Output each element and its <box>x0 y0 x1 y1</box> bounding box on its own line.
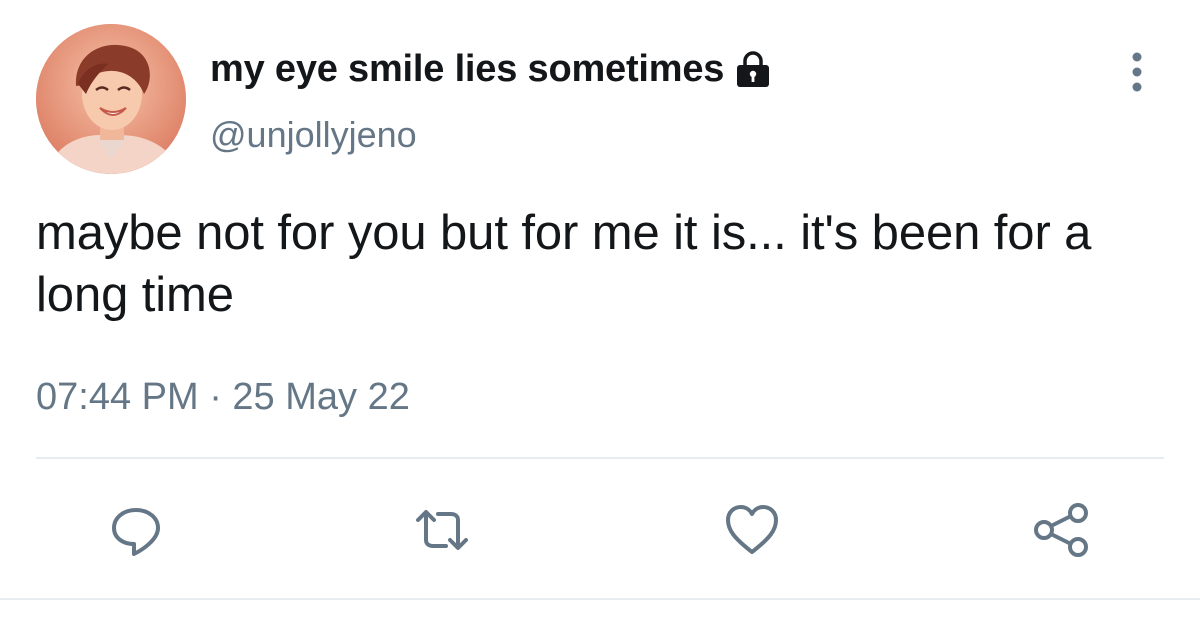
avatar-image <box>36 24 186 174</box>
retweet-button[interactable] <box>410 500 474 560</box>
display-name[interactable]: my eye smile lies sometimes <box>210 48 724 91</box>
tweet-card: my eye smile lies sometimes @unjollyjeno… <box>0 0 1200 618</box>
like-button[interactable] <box>720 500 784 560</box>
reply-icon <box>112 508 160 556</box>
avatar[interactable] <box>36 24 186 174</box>
share-button[interactable] <box>1030 500 1094 560</box>
divider <box>36 457 1164 459</box>
tweet-timestamp[interactable]: 07:44 PM · 25 May 22 <box>36 376 410 419</box>
bottom-divider <box>0 598 1200 600</box>
tweet-text: maybe not for you but for me it is... it… <box>36 206 1092 322</box>
retweet-icon <box>416 510 468 550</box>
lock-icon <box>734 49 772 89</box>
more-options-icon[interactable] <box>1122 50 1152 94</box>
share-icon <box>1034 503 1088 557</box>
user-handle[interactable]: @unjollyjeno <box>210 114 417 156</box>
reply-button[interactable] <box>104 500 168 560</box>
display-name-row: my eye smile lies sometimes <box>210 44 772 94</box>
heart-icon <box>726 505 778 554</box>
